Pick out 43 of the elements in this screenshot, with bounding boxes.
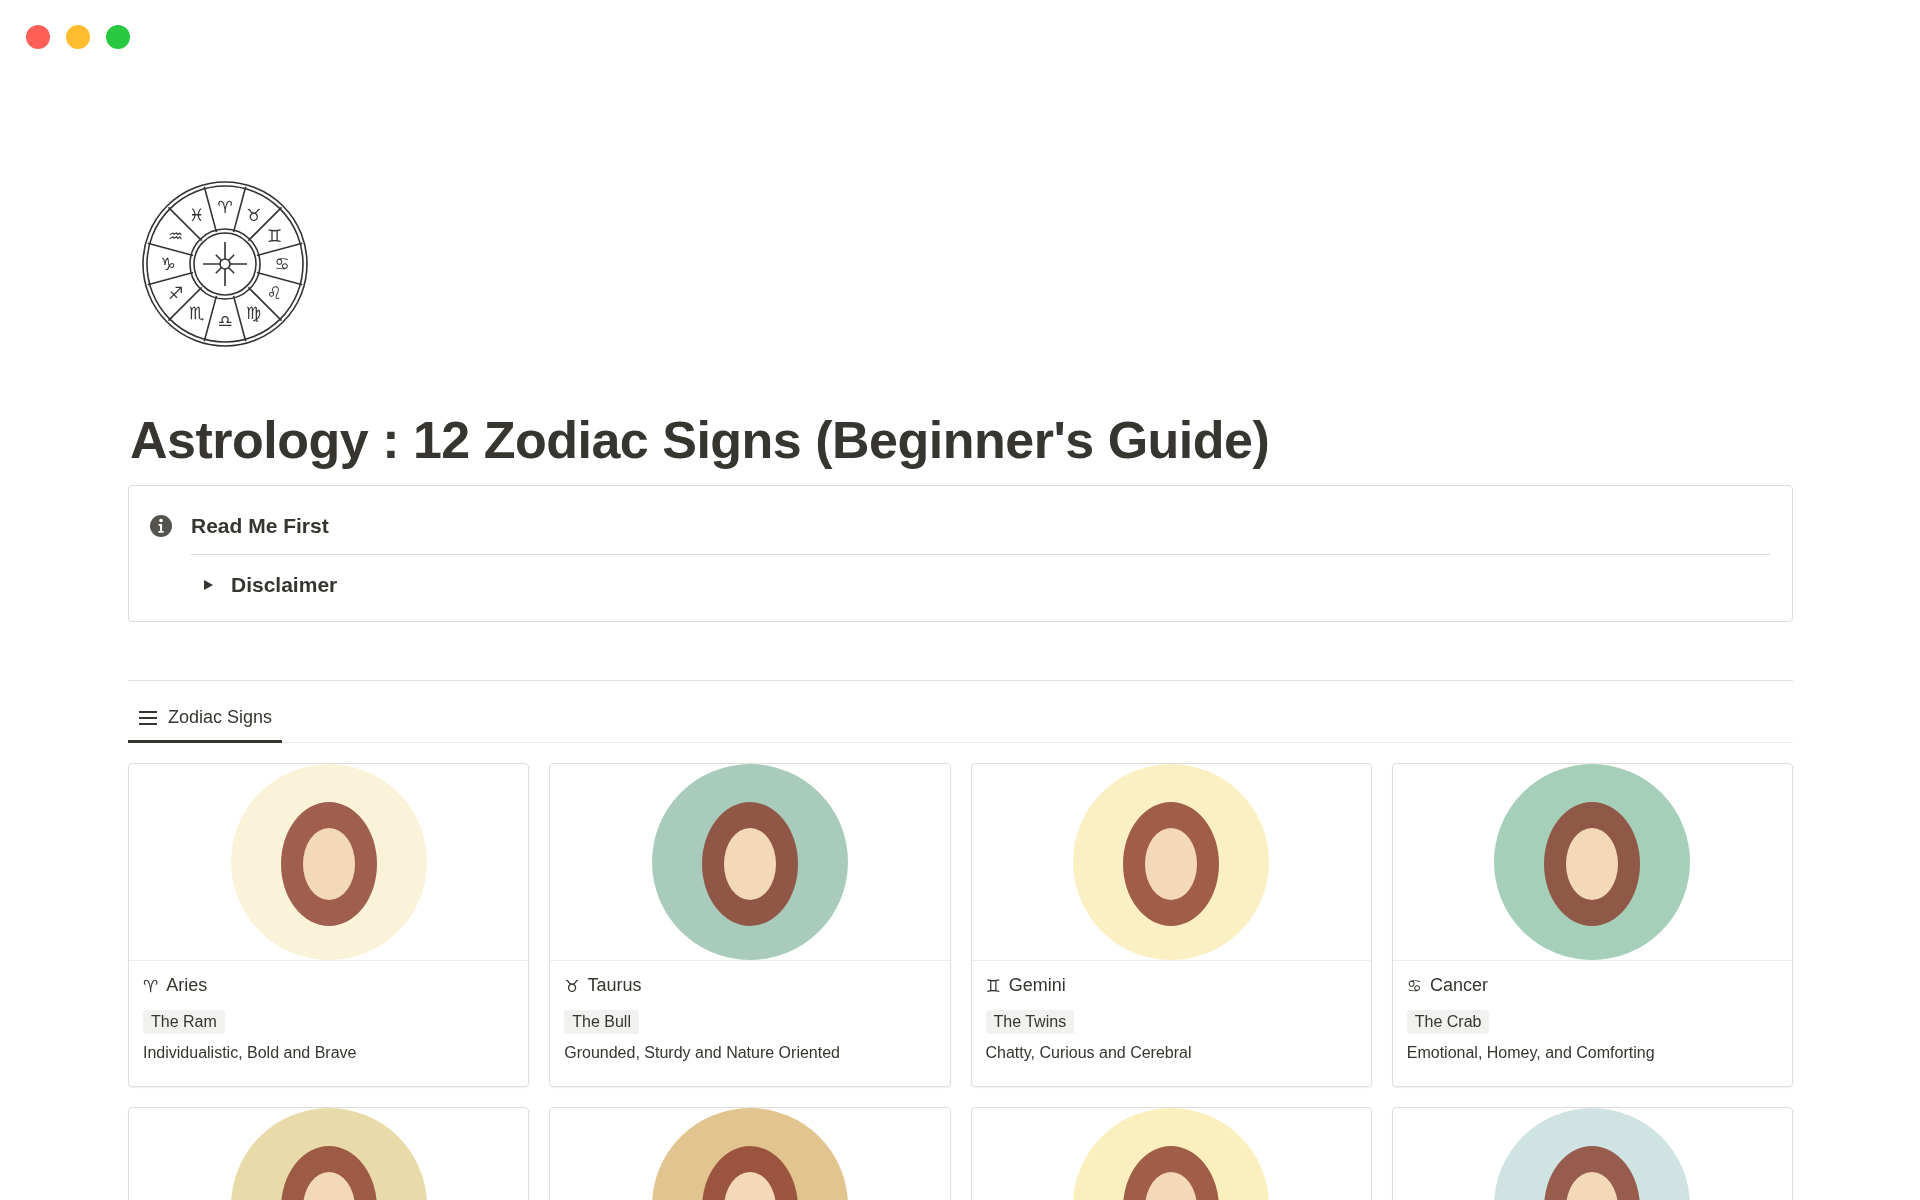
- zodiac-symbol: ♏: [188, 303, 205, 324]
- zodiac-symbol: ♋: [274, 254, 290, 274]
- sign-symbol: ♉: [564, 975, 580, 996]
- sign-description: Chatty, Curious and Cerebral: [985, 1044, 1193, 1063]
- sign-name: Gemini: [1008, 975, 1066, 997]
- tab-label: Zodiac Signs: [168, 707, 273, 729]
- callout-heading: Read Me First: [191, 512, 1770, 556]
- sign-description: Grounded, Sturdy and Nature Oriented: [564, 1044, 841, 1063]
- zodiac-symbol: ♑: [160, 254, 176, 274]
- sign-card[interactable]: ♈ Aries The Ram Individualistic, Bold and Brave: [128, 763, 530, 1088]
- sign-description: Emotional, Homey, and Comforting: [1406, 1044, 1656, 1063]
- list-icon: [138, 709, 158, 726]
- view-tab[interactable]: Zodiac Signs: [128, 707, 283, 744]
- info-icon: [149, 514, 173, 539]
- sign-tag: The Crab: [1406, 1010, 1490, 1035]
- sign-name: Aries: [166, 975, 208, 997]
- sign-description: Individualistic, Bold and Brave: [143, 1044, 358, 1063]
- zodiac-symbol: ♐: [168, 282, 184, 303]
- sign-tag: The Ram: [143, 1010, 225, 1035]
- sign-name: Cancer: [1430, 975, 1489, 997]
- sign-name: Taurus: [587, 975, 642, 997]
- sign-symbol: ♊: [985, 975, 1001, 996]
- sign-symbol: ♋: [1406, 975, 1422, 996]
- sign-symbol: ♈: [143, 975, 159, 996]
- sign-tag: The Bull: [564, 1010, 639, 1035]
- zodiac-symbol: ♈: [217, 197, 233, 217]
- sign-tag: The Twins: [985, 1010, 1075, 1035]
- toggle-label: Disclaimer: [231, 573, 338, 598]
- zodiac-symbol: ♎: [217, 311, 233, 331]
- toggle-caret-icon[interactable]: [201, 578, 215, 593]
- zodiac-symbol: ♓: [188, 204, 205, 225]
- window-control-button[interactable]: [26, 25, 50, 49]
- star-icon: [202, 241, 248, 287]
- sign-card[interactable]: ♊ Gemini The Twins Chatty, Curious and Cerebral: [970, 763, 1372, 1088]
- sign-card[interactable]: ♋ Cancer The Crab Emotional, Homey, and Comforting: [1391, 763, 1793, 1088]
- disclaimer-toggle[interactable]: Disclaimer: [201, 573, 338, 598]
- zodiac-symbol: ♉: [245, 204, 262, 225]
- zodiac-symbol: ♊: [266, 225, 282, 246]
- zodiac-symbol: ♌: [266, 282, 282, 303]
- page-title: Astrology : 12 Zodiac Signs (Beginner's Guide): [130, 410, 1271, 471]
- sign-card[interactable]: ♉ Taurus The Bull Grounded, Sturdy and Nature Oriented: [549, 763, 951, 1088]
- zodiac-symbol: ♍: [245, 303, 262, 324]
- zodiac-symbol: ♒: [168, 225, 184, 246]
